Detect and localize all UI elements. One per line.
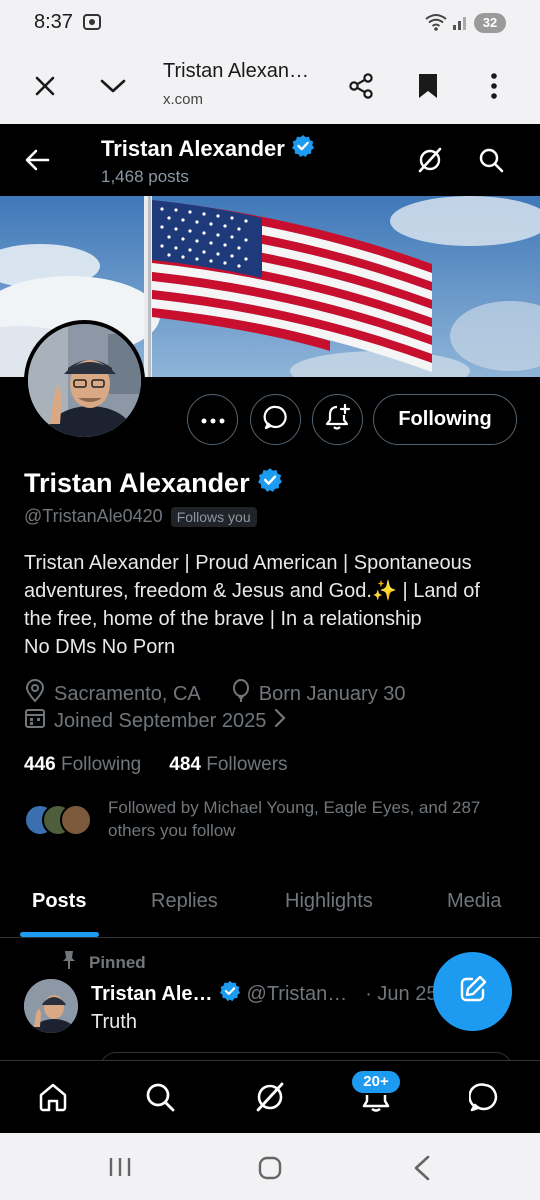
battery-icon: 32 bbox=[474, 13, 506, 33]
profile-name-text: Tristan Alexander bbox=[24, 468, 250, 498]
location-pin-icon bbox=[24, 679, 46, 709]
profile-birthday: Born January 30 bbox=[258, 682, 406, 705]
active-tab-indicator bbox=[20, 932, 99, 937]
followers-stat[interactable]: 484 Followers bbox=[169, 754, 287, 776]
following-stat[interactable]: 446 Following bbox=[24, 754, 141, 776]
post-author-handle: @Tristan… bbox=[246, 982, 348, 1005]
status-time: 8:37 bbox=[34, 11, 73, 33]
verified-badge-icon[interactable] bbox=[257, 467, 283, 500]
following-button[interactable]: Following bbox=[373, 394, 517, 445]
post-header: Tristan Ale… @Tristan… · Jun 25 bbox=[91, 980, 437, 1008]
header-name-text: Tristan Alexander bbox=[101, 136, 285, 161]
follows-you-badge: Follows you bbox=[170, 506, 257, 527]
screenshot-icon bbox=[82, 12, 102, 37]
profile-joined-date: Joined September 2025 bbox=[54, 709, 267, 732]
bookmark-icon[interactable] bbox=[408, 66, 448, 106]
followed-by-text: Followed by Michael Young, Eagle Eyes, a… bbox=[108, 796, 518, 842]
profile-handle-row: @TristanAle0420 Follows you bbox=[24, 506, 257, 527]
more-vertical-icon[interactable] bbox=[474, 66, 514, 106]
tab-media[interactable]: Media bbox=[447, 890, 501, 913]
verified-badge-icon bbox=[219, 980, 241, 1008]
messages-icon[interactable] bbox=[465, 1077, 505, 1117]
bell-plus-icon bbox=[324, 403, 352, 436]
signal-icon bbox=[452, 12, 470, 37]
profile-header-bar: Tristan Alexander 1,468 posts bbox=[0, 124, 540, 196]
grok-icon[interactable] bbox=[250, 1077, 290, 1117]
notify-button[interactable] bbox=[312, 394, 363, 445]
chevron-down-icon[interactable] bbox=[93, 66, 133, 106]
status-bar: 8:37 32 bbox=[0, 0, 540, 46]
chat-bubble-icon bbox=[263, 404, 289, 435]
close-icon[interactable] bbox=[25, 66, 65, 106]
more-options-button[interactable] bbox=[187, 394, 238, 445]
tab-highlights[interactable]: Highlights bbox=[285, 890, 373, 913]
profile-avatar[interactable] bbox=[24, 320, 145, 441]
followed-by-row[interactable]: Followed by Michael Young, Eagle Eyes, a… bbox=[24, 796, 524, 844]
recent-apps-icon[interactable] bbox=[108, 1155, 132, 1184]
bio-line: Tristan Alexander | Proud American | Spo… bbox=[24, 552, 472, 574]
tab-posts[interactable]: Posts bbox=[32, 890, 86, 913]
back-button-icon[interactable] bbox=[412, 1155, 432, 1186]
bio-line: adventures, freedom & Jesus and God.✨ | … bbox=[24, 580, 480, 602]
home-icon[interactable] bbox=[33, 1077, 73, 1117]
post-date: · Jun 25 bbox=[365, 982, 438, 1005]
profile-joined-row[interactable]: Joined September 2025 bbox=[24, 707, 286, 735]
browser-page-title[interactable]: Tristan Alexan… bbox=[163, 60, 309, 83]
post-author-name[interactable]: Tristan Ale… bbox=[91, 983, 213, 1006]
profile-tabs: Posts Replies Highlights Media bbox=[0, 872, 540, 938]
search-icon[interactable] bbox=[140, 1077, 180, 1117]
back-arrow-icon[interactable] bbox=[17, 140, 57, 180]
compose-icon bbox=[458, 974, 488, 1009]
follower-avatar bbox=[60, 804, 92, 836]
profile-bio: Tristan Alexander | Proud American | Spo… bbox=[24, 549, 524, 661]
home-button-icon[interactable] bbox=[257, 1155, 283, 1186]
verified-badge-icon bbox=[291, 134, 315, 164]
profile-name: Tristan Alexander bbox=[24, 467, 283, 500]
browser-toolbar: Tristan Alexan… x.com bbox=[0, 46, 540, 124]
system-navigation-bar bbox=[0, 1133, 540, 1200]
followers-count: 484 bbox=[169, 754, 201, 775]
pinned-label: Pinned bbox=[89, 952, 146, 972]
notification-badge: 20+ bbox=[350, 1069, 402, 1095]
follow-stats: 446 Following 484 Followers bbox=[24, 754, 288, 776]
following-count: 446 bbox=[24, 754, 56, 775]
followed-by-line: Followed by Michael Young, Eagle Eyes, a… bbox=[108, 798, 481, 817]
share-icon[interactable] bbox=[341, 66, 381, 106]
compose-post-button[interactable] bbox=[433, 952, 512, 1031]
bio-line: the free, home of the brave | In a relat… bbox=[24, 608, 422, 630]
post-author-avatar[interactable] bbox=[24, 979, 78, 1033]
search-icon[interactable] bbox=[471, 140, 511, 180]
calendar-icon bbox=[24, 707, 46, 735]
header-name: Tristan Alexander bbox=[101, 134, 315, 164]
pinned-label-row: Pinned bbox=[61, 950, 146, 975]
pin-icon bbox=[61, 950, 77, 975]
followers-label: Followers bbox=[206, 754, 288, 775]
header-post-count: 1,468 posts bbox=[101, 167, 189, 186]
message-button[interactable] bbox=[250, 394, 301, 445]
profile-meta-row: Sacramento, CA Born January 30 bbox=[24, 679, 406, 709]
wifi-icon bbox=[424, 12, 448, 37]
balloon-icon bbox=[231, 679, 251, 709]
following-label: Following bbox=[60, 754, 142, 775]
profile-handle: @TristanAle0420 bbox=[24, 506, 163, 526]
browser-url[interactable]: x.com bbox=[163, 91, 203, 108]
chevron-right-icon bbox=[274, 708, 286, 734]
bottom-navigation: 20+ bbox=[0, 1060, 540, 1133]
grok-icon[interactable] bbox=[410, 140, 450, 180]
profile-location: Sacramento, CA bbox=[54, 682, 201, 705]
followed-by-line: others you follow bbox=[108, 821, 236, 840]
post-text: Truth bbox=[91, 1011, 137, 1033]
tab-replies[interactable]: Replies bbox=[151, 890, 218, 913]
more-horizontal-icon bbox=[201, 411, 225, 429]
bio-line: No DMs No Porn bbox=[24, 636, 176, 658]
